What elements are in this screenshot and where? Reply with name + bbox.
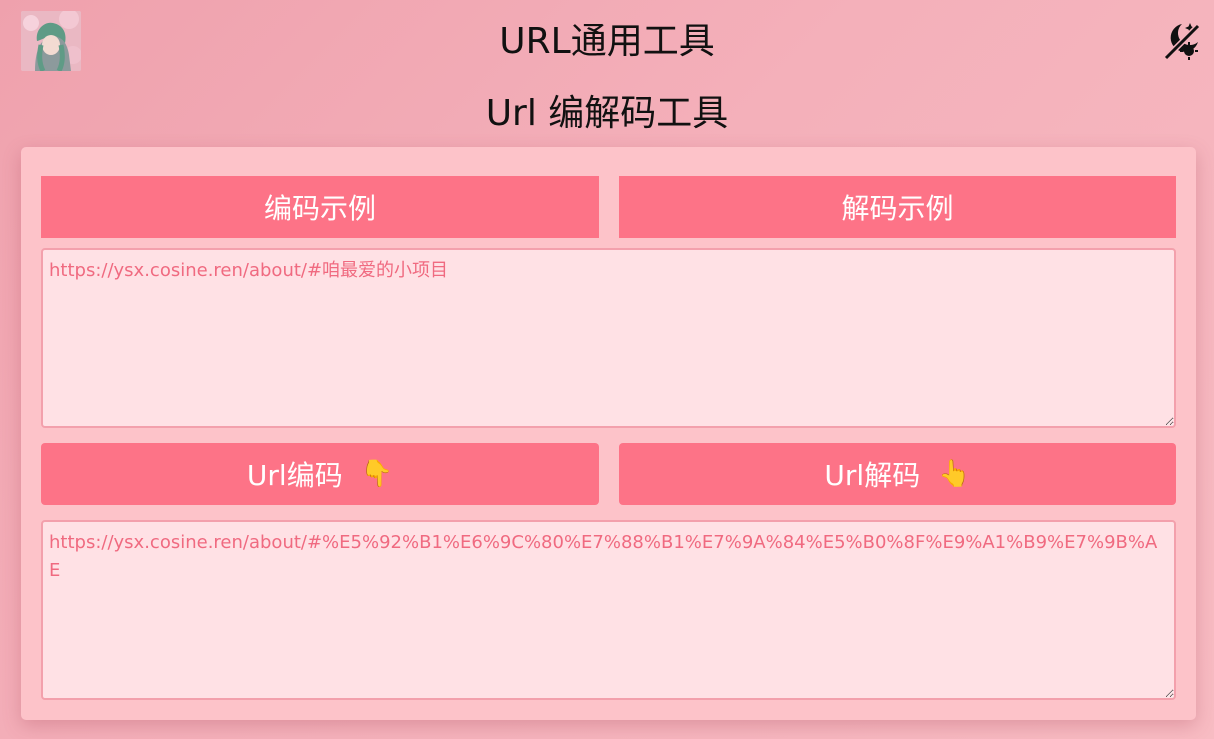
url-input-textarea[interactable]	[41, 248, 1176, 428]
url-decode-button[interactable]: Url解码 👆	[619, 443, 1176, 505]
app-title: URL通用工具	[499, 21, 715, 62]
decode-example-button[interactable]: 解码示例	[619, 176, 1176, 238]
encode-example-label: 编码示例	[263, 192, 376, 225]
tool-card: 编码示例 解码示例 Url编码 👇 Url解码 👆	[21, 147, 1196, 720]
url-encode-button[interactable]: Url编码 👇	[41, 443, 599, 505]
decode-example-label: 解码示例	[841, 192, 954, 225]
point-up-icon: 👆	[938, 459, 971, 489]
url-encode-label: Url编码	[246, 459, 343, 492]
point-down-icon: 👇	[360, 459, 394, 489]
header: URL通用工具	[0, 0, 1214, 88]
encode-example-button[interactable]: 编码示例	[41, 176, 599, 238]
theme-toggle-button[interactable]	[1160, 20, 1202, 62]
theme-toggle-icon	[1163, 23, 1201, 61]
url-decode-label: Url解码	[824, 459, 921, 492]
url-output-textarea[interactable]	[41, 520, 1176, 700]
page-title: Url 编解码工具	[485, 93, 729, 134]
